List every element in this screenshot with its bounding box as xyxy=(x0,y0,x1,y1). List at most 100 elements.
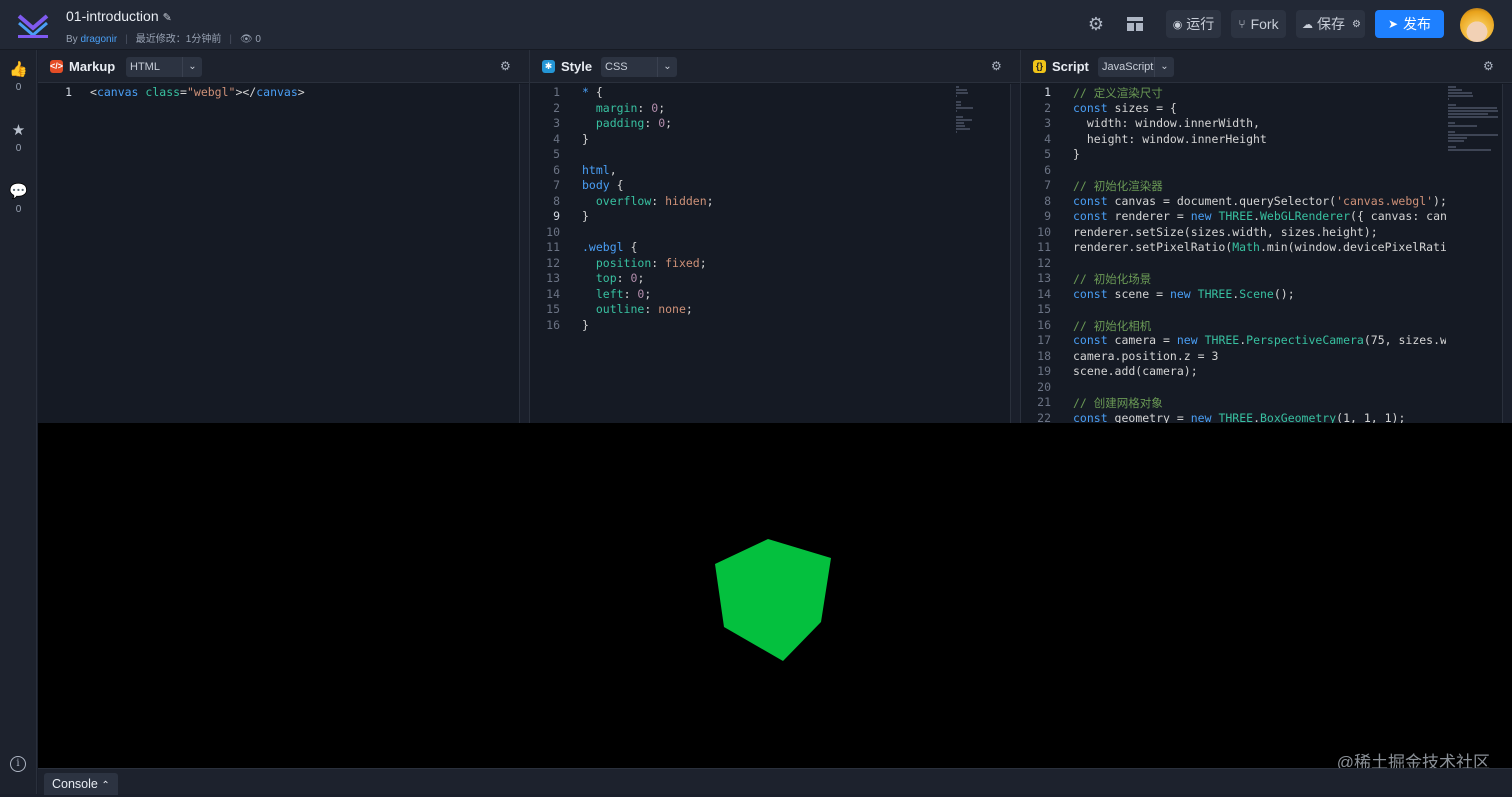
save-button[interactable]: ☁ 保存 ⚙ xyxy=(1296,10,1365,38)
code-line[interactable]: 17 const camera = new THREE.PerspectiveCa… xyxy=(1021,333,1446,349)
code-line[interactable]: 1 <canvas class="webgl"></canvas> xyxy=(38,85,517,101)
code-line[interactable]: 13 // 初始化场景 xyxy=(1021,271,1446,287)
code-text: renderer.setPixelRatio(Math.min(window.d… xyxy=(1073,240,1446,254)
script-editor[interactable]: 1// 定义渲染尺寸 2 const sizes = {3 width: windo… xyxy=(1021,84,1446,423)
code-token: ); xyxy=(1433,193,1446,208)
code-line[interactable]: 4} xyxy=(530,132,952,148)
like-button[interactable]: 👍 0 xyxy=(0,60,37,93)
code-token: : xyxy=(644,302,659,316)
save-settings-icon[interactable]: ⚙ xyxy=(1352,19,1361,30)
code-line[interactable]: 21 // 创建网格对象 xyxy=(1021,395,1446,411)
style-minimap[interactable] xyxy=(954,84,1010,423)
code-token: THREE xyxy=(1218,209,1254,223)
minimap-line xyxy=(956,128,971,130)
publish-button[interactable]: ➤ 发布 xyxy=(1375,10,1444,38)
line-number: 8 xyxy=(1044,193,1051,208)
console-toggle-button[interactable]: Console ⌃ xyxy=(44,773,118,795)
layout-icon[interactable] xyxy=(1123,12,1147,36)
code-line[interactable]: 16} xyxy=(530,318,952,334)
code-line[interactable]: 6 xyxy=(1021,163,1446,179)
code-line[interactable]: 5 xyxy=(530,147,952,163)
cloud-upload-icon: ☁ xyxy=(1302,18,1313,31)
style-settings-gear-icon[interactable]: ⚙ xyxy=(991,59,1002,73)
code-line[interactable]: 11 renderer.setPixelRatio(Math.min(window… xyxy=(1021,240,1446,256)
code-line[interactable]: 2 margin: 0; xyxy=(530,101,952,117)
logo-icon[interactable] xyxy=(16,10,50,40)
code-text: scene.add(camera); xyxy=(1073,364,1198,378)
code-line[interactable]: 16 // 初始化相机 xyxy=(1021,318,1446,334)
markup-scrollbar[interactable] xyxy=(519,84,529,423)
code-token: new xyxy=(1190,209,1212,223)
line-number: 7 xyxy=(1044,178,1051,192)
code-line[interactable]: 13 top: 0; xyxy=(530,271,952,287)
code-token: ; xyxy=(658,100,666,115)
script-settings-gear-icon[interactable]: ⚙ xyxy=(1483,59,1494,73)
fork-button[interactable]: ⑂ Fork xyxy=(1231,10,1286,38)
code-line[interactable]: 1 // 定义渲染尺寸 xyxy=(1021,85,1446,101)
project-title[interactable]: 01-introduction ✎ xyxy=(66,8,172,24)
comment-button[interactable]: 💬 0 xyxy=(0,182,37,215)
code-line[interactable]: 4 height: window.innerHeight xyxy=(1021,132,1446,148)
code-token: ; xyxy=(665,116,673,130)
code-line[interactable]: 7 // 初始化渲染器 xyxy=(1021,178,1446,194)
code-line[interactable]: 14 const scene = new THREE.Scene(); xyxy=(1021,287,1446,303)
code-line[interactable]: 3 padding: 0; xyxy=(530,116,952,132)
code-token: < xyxy=(90,85,97,99)
preview-canvas[interactable]: @稀土掘金技术社区 xyxy=(38,423,1512,772)
settings-gear-icon[interactable]: ⚙ xyxy=(1084,12,1108,36)
console-label: Console xyxy=(52,777,98,791)
line-number: 14 xyxy=(546,286,560,301)
info-icon[interactable]: i xyxy=(10,756,26,772)
style-editor[interactable]: 1 * {2 margin: 0; 3 padding: 0; 4} 5 6 html, 7 b… xyxy=(530,84,952,423)
code-token: canvas xyxy=(256,85,298,99)
style-title-text: Style xyxy=(561,59,593,74)
green-cube xyxy=(715,539,831,661)
code-token: . xyxy=(1253,209,1260,223)
code-line[interactable]: 12 position: fixed; xyxy=(530,256,952,272)
code-line[interactable]: 11 .webgl { xyxy=(530,240,952,256)
line-number: 19 xyxy=(1037,364,1051,378)
markup-settings-gear-icon[interactable]: ⚙ xyxy=(500,59,511,73)
code-line[interactable]: 22 const geometry = new THREE.BoxGeometry… xyxy=(1021,411,1446,424)
code-token: { xyxy=(588,85,603,99)
line-number: 11 xyxy=(1037,240,1051,254)
code-line[interactable]: 10 renderer.setSize(sizes.width, sizes.he… xyxy=(1021,225,1446,241)
code-token: : xyxy=(651,255,666,270)
code-line[interactable]: 19 scene.add(camera); xyxy=(1021,364,1446,380)
author-link[interactable]: dragonir xyxy=(80,34,117,45)
style-scrollbar[interactable] xyxy=(1010,84,1020,423)
code-line[interactable]: 14 left: 0; xyxy=(530,287,952,303)
code-line[interactable]: 10 xyxy=(530,225,952,241)
code-line[interactable]: 2 const sizes = { xyxy=(1021,101,1446,117)
code-line[interactable]: 15 outline: none; xyxy=(530,302,952,318)
code-line[interactable]: 20 xyxy=(1021,380,1446,396)
markup-editor[interactable]: 1 <canvas class="webgl"></canvas> xyxy=(38,84,517,423)
code-line[interactable]: 9} xyxy=(530,209,952,225)
user-avatar[interactable] xyxy=(1460,8,1494,42)
code-line[interactable]: 15 xyxy=(1021,302,1446,318)
code-line[interactable]: 3 width: window.innerWidth, xyxy=(1021,116,1446,132)
markup-language-select[interactable]: HTML ⌄ xyxy=(126,57,202,77)
star-button[interactable]: ★ 0 xyxy=(0,121,37,154)
code-line[interactable]: 18 camera.position.z = 3 xyxy=(1021,349,1446,365)
minimap-line xyxy=(1448,86,1457,88)
code-line[interactable]: 12 xyxy=(1021,256,1446,272)
script-language-select[interactable]: JavaScript ⌄ xyxy=(1098,57,1174,77)
code-line[interactable]: 1 * { xyxy=(530,85,952,101)
code-token: // 初始化渲染器 xyxy=(1073,179,1163,193)
code-line[interactable]: 5} xyxy=(1021,147,1446,163)
code-line[interactable]: 8 const canvas = document.querySelector('… xyxy=(1021,194,1446,210)
code-line[interactable]: 7 body { xyxy=(530,178,952,194)
pencil-icon[interactable]: ✎ xyxy=(163,12,172,24)
code-line[interactable]: 8 overflow: hidden; xyxy=(530,194,952,210)
code-line[interactable]: 6 html, xyxy=(530,163,952,179)
code-token: * xyxy=(582,85,589,99)
style-language-select[interactable]: CSS ⌄ xyxy=(601,57,677,77)
code-line[interactable]: 9 const renderer = new THREE.WebGLRendere… xyxy=(1021,209,1446,225)
run-button[interactable]: ◉ 运行 xyxy=(1166,10,1221,38)
script-minimap[interactable] xyxy=(1446,84,1500,423)
script-scrollbar[interactable] xyxy=(1502,84,1512,423)
line-number: 4 xyxy=(1044,131,1051,146)
